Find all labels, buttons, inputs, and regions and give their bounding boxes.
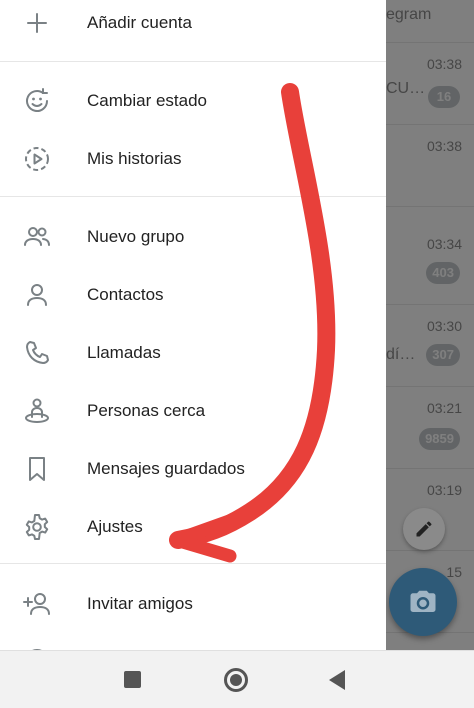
phone-icon bbox=[26, 341, 49, 364]
menu-item-label: Nuevo grupo bbox=[87, 227, 185, 246]
menu-item-partial[interactable] bbox=[0, 632, 386, 650]
system-nav-bar bbox=[0, 650, 474, 708]
add-person-icon bbox=[23, 593, 50, 615]
story-play-icon bbox=[25, 147, 49, 171]
menu-item-label: Llamadas bbox=[87, 343, 161, 362]
camera-button[interactable] bbox=[389, 568, 457, 636]
menu-item-people-nearby[interactable]: Personas cerca bbox=[0, 382, 386, 440]
menu-item-label: Mensajes guardados bbox=[87, 459, 245, 478]
camera-icon bbox=[410, 590, 436, 612]
divider bbox=[0, 196, 386, 197]
menu-item-label: Personas cerca bbox=[87, 401, 206, 420]
nearby-person-icon bbox=[25, 398, 49, 423]
menu-item-new-group[interactable]: Nuevo grupo bbox=[0, 208, 386, 266]
home-button[interactable] bbox=[224, 668, 248, 692]
menu-item-saved-messages[interactable]: Mensajes guardados bbox=[0, 440, 386, 498]
menu-item-settings[interactable]: Ajustes bbox=[0, 498, 386, 556]
menu-item-add-account[interactable]: Añadir cuenta bbox=[0, 0, 386, 52]
menu-item-label: Mis historias bbox=[87, 149, 182, 168]
menu-item-calls[interactable]: Llamadas bbox=[0, 324, 386, 382]
menu-item-label: Añadir cuenta bbox=[87, 13, 192, 32]
menu-item-my-stories[interactable]: Mis historias bbox=[0, 130, 386, 188]
compose-button[interactable] bbox=[403, 508, 445, 550]
recents-button[interactable] bbox=[124, 671, 141, 688]
menu-item-label: Contactos bbox=[87, 285, 164, 304]
plus-icon bbox=[27, 13, 47, 33]
navigation-drawer: Añadir cuenta Cambiar estado Mis histori… bbox=[0, 0, 386, 650]
menu-item-label: Invitar amigos bbox=[87, 594, 193, 613]
divider bbox=[0, 61, 386, 62]
menu-item-invite-friends[interactable]: Invitar amigos bbox=[0, 575, 386, 633]
smiley-cycle-icon bbox=[26, 88, 48, 112]
group-icon bbox=[24, 227, 50, 246]
menu-item-contacts[interactable]: Contactos bbox=[0, 266, 386, 324]
back-button[interactable] bbox=[329, 670, 345, 690]
bookmark-icon bbox=[29, 457, 45, 481]
pencil-icon bbox=[416, 521, 432, 537]
person-icon bbox=[27, 284, 47, 306]
drawer-scrim[interactable] bbox=[386, 0, 474, 650]
menu-item-label: Cambiar estado bbox=[87, 91, 208, 110]
menu-item-change-status[interactable]: Cambiar estado bbox=[0, 72, 386, 130]
divider bbox=[0, 563, 386, 564]
gear-icon bbox=[25, 514, 49, 540]
menu-item-label: Ajustes bbox=[87, 517, 143, 536]
